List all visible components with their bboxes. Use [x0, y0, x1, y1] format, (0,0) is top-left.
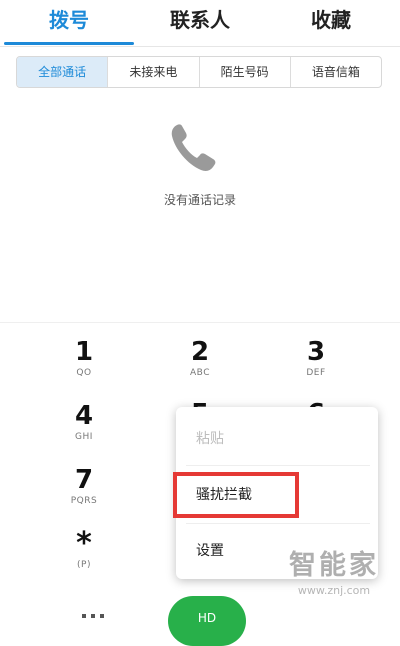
- key-digit: 1: [74, 337, 94, 367]
- key-digit: 2: [190, 337, 210, 367]
- filter-voicemail[interactable]: 语音信箱: [289, 57, 381, 87]
- watermark: 智能家 www.znj.com: [272, 548, 396, 616]
- key-4[interactable]: 4 GHI: [44, 402, 124, 442]
- dialpad-icon[interactable]: [80, 608, 106, 620]
- key-digit: 3: [306, 337, 326, 367]
- key-7[interactable]: 7 PQRS: [44, 466, 124, 506]
- key-letters: PQRS: [70, 496, 98, 506]
- key-3[interactable]: 3 DEF: [276, 338, 356, 378]
- voicemail-icon: QO: [76, 368, 92, 378]
- call-button[interactable]: HD: [168, 596, 246, 646]
- key-digit: 4: [74, 401, 94, 431]
- highlight-box: [173, 472, 299, 518]
- key-1[interactable]: 1 QO: [44, 338, 124, 378]
- key-2[interactable]: 2 ABC: [160, 338, 240, 378]
- tab-active-indicator: [4, 42, 134, 45]
- menu-divider: [186, 465, 370, 466]
- tab-contacts[interactable]: 联系人: [134, 0, 266, 46]
- filter-unknown-numbers[interactable]: 陌生号码: [198, 57, 290, 87]
- call-filter-segmented: 全部通话 未接来电 陌生号码 语音信箱: [16, 56, 382, 88]
- watermark-url: www.znj.com: [297, 584, 371, 597]
- menu-divider: [186, 523, 370, 524]
- filter-all-calls[interactable]: 全部通话: [17, 57, 108, 87]
- hd-label: HD: [197, 611, 217, 625]
- key-letters: (P): [77, 560, 91, 570]
- watermark-text: 智能家: [289, 550, 379, 581]
- tab-dialer[interactable]: 拨号: [4, 0, 134, 46]
- key-digit: *: [76, 526, 92, 561]
- keypad-divider: [0, 322, 400, 323]
- key-digit: 7: [74, 465, 94, 495]
- tab-favorites[interactable]: 收藏: [266, 0, 396, 46]
- phone-icon: [171, 124, 216, 171]
- menu-item-paste[interactable]: 粘贴: [176, 417, 378, 461]
- empty-call-log-text: 没有通话记录: [163, 193, 236, 207]
- top-tab-bar: 拨号 联系人 收藏: [0, 0, 400, 47]
- key-letters: ABC: [190, 368, 210, 378]
- filter-missed-calls[interactable]: 未接来电: [107, 57, 198, 87]
- key-letters: GHI: [75, 432, 93, 442]
- key-letters: DEF: [306, 368, 326, 378]
- key-star[interactable]: * (P): [44, 526, 124, 571]
